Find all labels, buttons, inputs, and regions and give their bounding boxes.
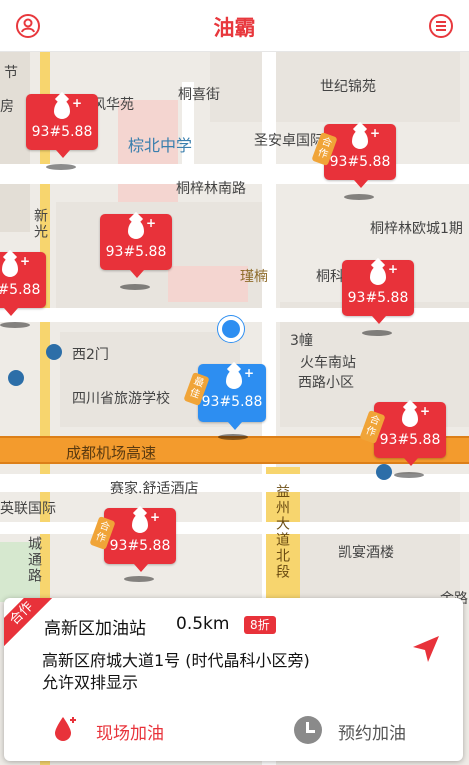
map-label: 风华苑 <box>92 97 134 113</box>
map-label: 圣安卓国际 <box>254 133 324 149</box>
plus-icon: + <box>20 254 31 268</box>
station-pin[interactable]: + 93#5.88 <box>104 508 176 572</box>
app-header: 油霸 <box>0 0 469 52</box>
clock-icon <box>294 716 322 744</box>
pin-price: 93#5.88 <box>109 538 171 554</box>
map-label: 英联国际 <box>0 501 56 517</box>
fuel-drop-icon <box>132 514 148 533</box>
station-address: 高新区府城大道1号 (时代晶科小区旁) 允许双排显示 <box>42 650 382 694</box>
fuel-drop-icon <box>352 130 368 149</box>
pin-shadow <box>344 194 374 200</box>
pin-price: 93#5.88 <box>329 154 391 170</box>
map-label: 瑾楠 <box>240 269 268 285</box>
current-location-icon <box>218 316 244 342</box>
fuel-drop-icon <box>54 100 70 119</box>
plus-icon: + <box>420 404 431 418</box>
map-label: 节 <box>4 65 18 81</box>
bus-stop-icon[interactable] <box>8 370 24 386</box>
pin-price: 93#5.88 <box>347 290 409 306</box>
station-pin[interactable]: + 93#5.88 <box>26 94 98 158</box>
map-label: 房 <box>0 99 14 115</box>
map-label: 桐喜街 <box>178 87 220 103</box>
station-pin-selected[interactable]: + 93#5.88 <box>198 364 266 430</box>
menu-icon[interactable] <box>429 14 453 38</box>
pin-shadow <box>0 322 30 328</box>
pin-price: 93#5.88 <box>379 432 441 448</box>
plus-icon: + <box>388 262 399 276</box>
bus-stop-icon[interactable] <box>46 344 62 360</box>
map-label: 火车南站 <box>300 355 356 371</box>
bus-stop-icon[interactable] <box>376 464 392 480</box>
station-name: 高新区加油站 <box>44 619 146 639</box>
discount-badge: 8折 <box>244 616 276 634</box>
address-note: 允许双排显示 <box>42 673 139 692</box>
plus-icon: + <box>146 216 157 230</box>
map-label: 凯宴酒楼 <box>338 545 394 561</box>
navigate-icon[interactable] <box>411 634 441 664</box>
pin-price: 93#5.88 <box>105 244 167 260</box>
pin-shadow <box>394 472 424 478</box>
app-title: 油霸 <box>213 16 256 40</box>
station-pin[interactable]: + 93#5.88 <box>374 402 446 466</box>
map-label: 棕北中学 <box>128 136 193 155</box>
plus-icon: + <box>150 510 161 524</box>
fuel-drop-icon <box>370 266 386 285</box>
pin-price: 93#5.88 <box>31 124 93 140</box>
map-label: 城通路 <box>26 536 42 584</box>
station-pin[interactable]: + 93#5.88 <box>324 124 396 188</box>
station-pin[interactable]: + 93#5.88 <box>0 252 46 316</box>
map-block <box>168 266 248 302</box>
fuel-drop-icon <box>128 220 144 239</box>
reserve-fuel-label: 预约加油 <box>338 724 406 744</box>
map-label: 新光 <box>32 208 48 240</box>
plus-icon: + <box>370 126 381 140</box>
station-distance: 0.5km <box>176 614 230 634</box>
fuel-drop-icon <box>226 370 242 389</box>
map-label: 赛家.舒适酒店 <box>110 481 199 497</box>
map-label: 桐梓林欧城1期 <box>370 221 463 237</box>
pin-shadow <box>124 576 154 582</box>
station-pin[interactable]: + 93#5.88 <box>100 214 172 278</box>
pin-price: 93#5.88 <box>201 394 263 410</box>
fuel-drop-icon <box>54 716 76 742</box>
fuel-drop-icon <box>402 408 418 427</box>
address-line: 高新区府城大道1号 (时代晶科小区旁) <box>42 651 310 670</box>
station-info-card[interactable]: 合作 高新区加油站 0.5km 8折 高新区府城大道1号 (时代晶科小区旁) 允… <box>4 598 463 761</box>
map-label: 桐科 <box>316 269 344 285</box>
map-label: 西2门 <box>72 347 109 363</box>
pin-shadow <box>120 284 150 290</box>
plus-icon: + <box>244 366 255 380</box>
station-pin[interactable]: + 93#5.88 <box>342 260 414 324</box>
plus-icon: + <box>72 96 83 110</box>
fuel-drop-icon <box>2 258 18 277</box>
map-label: 益州大道北段 <box>274 484 290 580</box>
map-label: 3幢 <box>290 333 313 349</box>
map-label: 桐梓林南路 <box>176 181 246 197</box>
pin-shadow <box>218 434 248 440</box>
pin-shadow <box>46 164 76 170</box>
map-label: 四川省旅游学校 <box>72 391 170 407</box>
pin-price: 93#5.88 <box>0 282 41 298</box>
onsite-fuel-label: 现场加油 <box>96 724 164 744</box>
map-label: 成都机场高速 <box>66 444 157 462</box>
map-label: 世纪锦苑 <box>320 79 376 95</box>
map-label: 西路小区 <box>298 375 354 391</box>
road <box>0 522 469 534</box>
pin-shadow <box>362 330 392 336</box>
